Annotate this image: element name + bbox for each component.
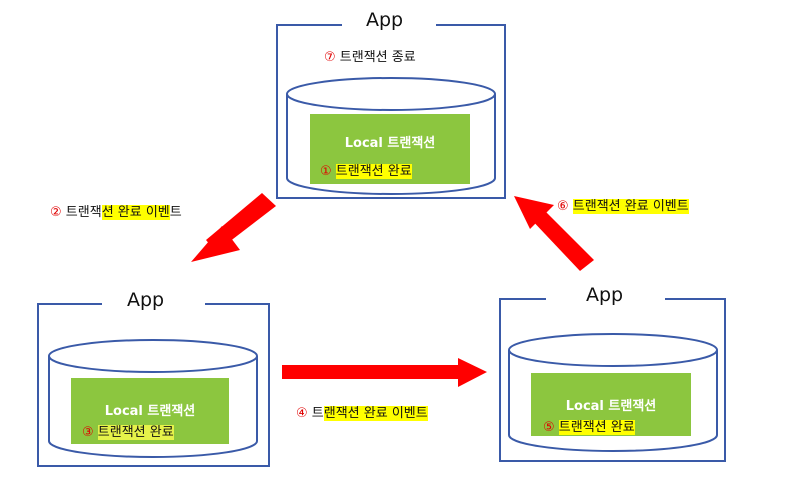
event-6-label: ⑥ 트랜잭션 완료 이벤트	[557, 195, 689, 214]
left-local-label: Local 트랜잭션	[104, 404, 196, 419]
step-1-text: 트랜잭션 완료	[335, 164, 412, 179]
step-4-text-pre: 트	[311, 406, 324, 421]
step-4-text-highlight: 랜잭션 완료 이벤트	[323, 406, 428, 421]
step-3-text: 트랜잭션 완료	[97, 425, 174, 440]
arrow-top-to-left	[191, 193, 276, 262]
step-2-number: ②	[50, 205, 62, 220]
right-local-label: Local 트랜잭션	[565, 399, 657, 414]
left-status: ③ 트랜잭션 완료	[82, 421, 174, 440]
step-2-text-highlight: 션 완료 이벤	[101, 205, 170, 220]
step-4-number: ④	[296, 406, 308, 421]
event-2-label: ② 트랜잭션 완료 이벤트	[50, 201, 182, 220]
top-status: ① 트랜잭션 완료	[320, 160, 412, 179]
step-5-text: 트랜잭션 완료	[558, 420, 635, 435]
event-4-label: ④ 트랜잭션 완료 이벤트	[296, 402, 428, 421]
top-local-label: Local 트랜잭션	[344, 136, 436, 151]
step-2-text-pre: 트랜잭	[65, 205, 102, 220]
step-3-number: ③	[82, 425, 94, 440]
arrow-left-to-right	[282, 358, 487, 387]
step-6-number: ⑥	[557, 199, 569, 214]
step-2-text-post: 트	[169, 205, 182, 220]
right-status: ⑤ 트랜잭션 완료	[543, 416, 635, 435]
step-5-number: ⑤	[543, 420, 555, 435]
step-1-number: ①	[320, 164, 332, 179]
step-6-text-highlight: 트랜잭션 완료 이벤트	[572, 199, 689, 214]
